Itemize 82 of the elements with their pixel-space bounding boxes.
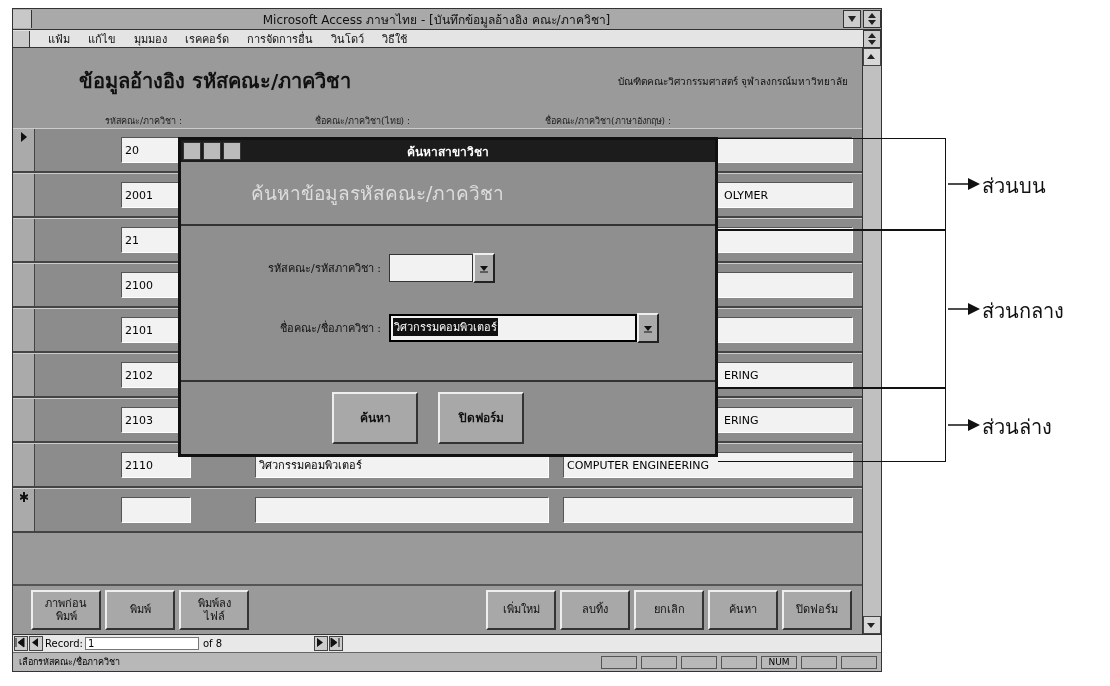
code-field[interactable]: 2110 [121, 452, 191, 478]
annotation-label: ส่วนกลาง [982, 298, 1064, 325]
asterisk-icon [19, 492, 28, 502]
status-panel [721, 655, 757, 669]
record-selector[interactable] [13, 309, 35, 351]
record-selector[interactable] [13, 489, 35, 531]
previous-record-button[interactable] [29, 636, 43, 651]
next-record-icon [314, 637, 325, 648]
dialog-title: ค้นหาสาขาวิชา [406, 143, 490, 161]
last-record-icon [329, 637, 340, 648]
record-selector[interactable] [13, 399, 35, 441]
restore-button[interactable] [863, 10, 881, 28]
column-header: รหัสคณะ/ภาควิชา : [105, 115, 183, 128]
menu-item[interactable]: เรคคอร์ด [185, 29, 229, 48]
dialog-control-box[interactable] [203, 142, 221, 160]
status-panel [641, 655, 677, 669]
record-selector[interactable] [13, 174, 35, 216]
annotation-label: ส่วนบน [982, 173, 1046, 200]
status-message: เลือกรหัสคณะ/ชื่อภาควิชา [19, 655, 122, 669]
column-header: ชื่อคณะ/ภาควิชา(ไทย) : [315, 114, 411, 128]
first-record-button[interactable] [14, 636, 28, 651]
system-menu-box[interactable] [13, 10, 32, 28]
menu-item[interactable]: วิธีใช้ [382, 29, 407, 48]
english-name-field[interactable] [563, 497, 853, 523]
arrow-icon [948, 418, 980, 432]
current-record-icon [19, 132, 28, 142]
form-button[interactable]: ยกเลิก [634, 590, 704, 630]
arrow-icon [948, 177, 980, 191]
record-selector[interactable] [13, 129, 35, 171]
record-count: of 8 [201, 638, 224, 649]
record-label: Record: [45, 638, 83, 649]
status-panel [841, 655, 877, 669]
menu-item[interactable]: แก้ไข [88, 29, 116, 48]
form-title: ข้อมูลอ้างอิง รหัสคณะ/ภาควิชา [79, 68, 352, 97]
record-selector[interactable] [13, 219, 35, 261]
first-record-icon [15, 637, 25, 648]
form-button[interactable]: พิมพ์ [105, 590, 175, 630]
record-selector[interactable] [13, 354, 35, 396]
form-subtitle: บัณฑิตคณะวิศวกรรมศาสตร์ จุฬาลงกรณ์มหาวิทยาลัย [617, 74, 848, 89]
record-selector[interactable] [13, 264, 35, 306]
dialog-button[interactable]: ค้นหา [332, 392, 418, 444]
window-title: Microsoft Access ภาษาไทย - [บันทึกข้อมูลอ้างอิง คณะ/ภาควิชา] [261, 11, 612, 29]
thai-name-field[interactable] [255, 497, 549, 523]
record-number-field[interactable]: 1 [84, 637, 199, 650]
next-record-button[interactable] [313, 636, 328, 651]
form-button[interactable]: พิมพ์ลง ไฟล์ [179, 590, 249, 630]
document-menu-box[interactable] [13, 30, 30, 47]
last-record-button[interactable] [328, 636, 343, 651]
status-panel [681, 655, 717, 669]
code-field[interactable] [121, 497, 191, 523]
previous-record-icon [30, 637, 40, 648]
form-button[interactable]: ปิดฟอร์ม [782, 590, 852, 630]
arrow-icon [948, 302, 980, 316]
dialog-heading: ค้นหาข้อมูลรหัสคณะ/ภาควิชา [251, 181, 505, 207]
form-button[interactable]: ค้นหา [708, 590, 778, 630]
field-label: ชื่อคณะ/ชื่อภาควิชา : [279, 319, 382, 337]
status-panel [801, 655, 837, 669]
record-selector[interactable] [13, 444, 35, 486]
column-header: ชื่อคณะ/ภาควิชา(ภาษาอังกฤษ) : [545, 114, 671, 128]
num-lock-indicator: NUM [761, 655, 797, 669]
selected-text: วิศวกรรมคอมพิวเตอร์ [393, 318, 498, 336]
dialog-control-box[interactable] [223, 142, 241, 160]
down-triangle-icon [848, 16, 856, 22]
system-menu-box[interactable] [183, 142, 201, 160]
up-down-triangle-icon [868, 32, 876, 45]
dialog-button[interactable]: ปิดฟอร์ม [438, 392, 524, 444]
menu-item[interactable]: การจัดการอื่น [247, 29, 313, 48]
form-button[interactable]: เพิ่มใหม่ [486, 590, 556, 630]
vertical-scrollbar[interactable] [862, 48, 881, 634]
menu-item[interactable]: วินโดว์ [331, 29, 364, 48]
form-button[interactable]: ลบทิ้ง [560, 590, 630, 630]
menu-item[interactable]: มุมมอง [134, 29, 167, 48]
dropdown-arrow-icon [644, 323, 652, 333]
dropdown-arrow-icon [480, 263, 488, 273]
field-label: รหัสคณะ/รหัสภาควิชา : [267, 261, 382, 277]
combo-box[interactable] [389, 253, 495, 283]
minimize-button[interactable] [843, 10, 861, 28]
status-panel [601, 655, 637, 669]
menu-item[interactable]: แฟ้ม [48, 29, 70, 48]
annotation-label: ส่วนล่าง [982, 414, 1052, 441]
form-button[interactable]: ภาพก่อน พิมพ์ [31, 590, 101, 630]
up-down-triangle-icon [868, 13, 876, 25]
